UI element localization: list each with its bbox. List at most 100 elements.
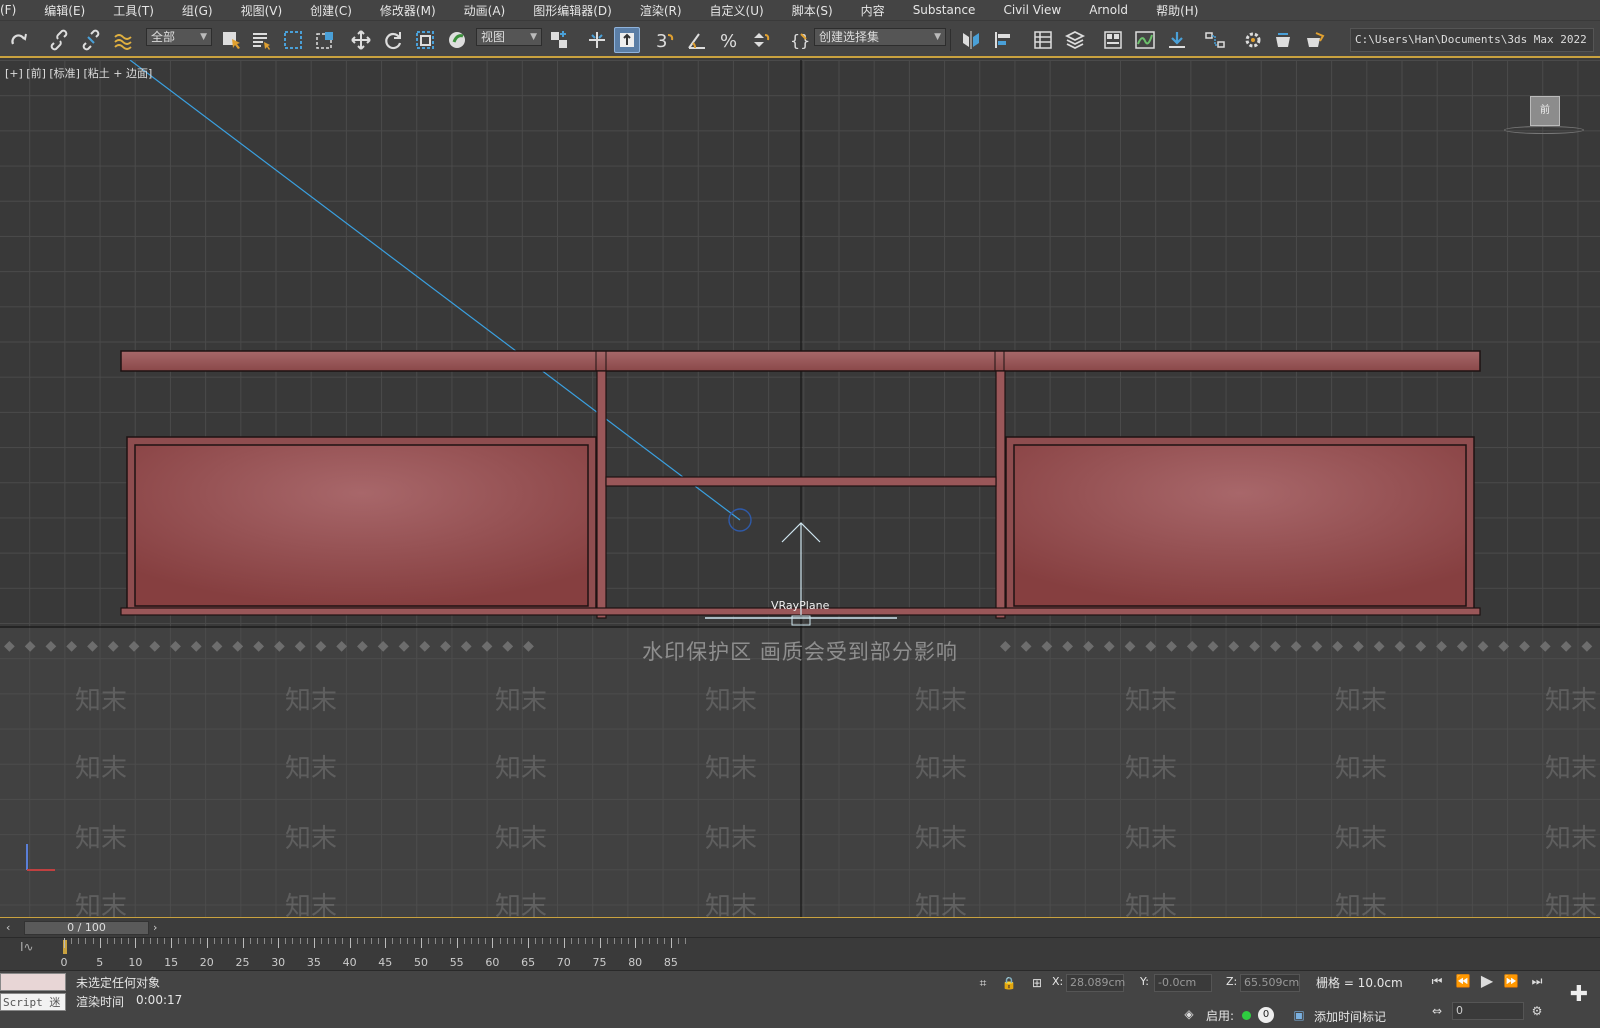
dope-sheet-icon[interactable]	[1164, 27, 1190, 53]
keyboard-shortcut-override-icon[interactable]	[614, 27, 640, 53]
viewcube[interactable]: 前	[1530, 96, 1560, 126]
rect-selection-icon[interactable]	[280, 27, 306, 53]
rotate-icon[interactable]	[380, 27, 406, 53]
viewcube-ring[interactable]	[1504, 126, 1584, 134]
menu-item[interactable]: 视图(V)	[227, 2, 297, 19]
menu-item[interactable]: 图形编辑器(D)	[519, 2, 626, 19]
time-slider[interactable]: 0 / 100	[24, 921, 149, 935]
menu-item[interactable]: 渲染(R)	[626, 2, 696, 19]
ruler-tick	[620, 938, 622, 944]
adaptive-degradation-icon[interactable]: ◈	[1180, 1005, 1198, 1023]
named-selection-icon[interactable]: {}	[786, 27, 812, 53]
select-object-icon[interactable]	[218, 27, 244, 53]
absolute-mode-icon[interactable]: ⊞	[1028, 974, 1046, 992]
select-by-name-icon[interactable]	[248, 27, 274, 53]
go-to-end-icon[interactable]: ⏭	[1528, 972, 1546, 990]
selection-lock-icon[interactable]: 🔒	[1000, 974, 1018, 992]
previous-frame-icon[interactable]: ⏪	[1454, 972, 1472, 990]
menu-item[interactable]: 帮助(H)	[1142, 2, 1212, 19]
menu-item[interactable]: (F)	[0, 3, 30, 17]
menu-item[interactable]: 工具(T)	[99, 2, 168, 19]
redo-icon[interactable]	[6, 27, 32, 53]
menu-item[interactable]: Substance	[899, 3, 990, 17]
ruler-tick	[64, 938, 65, 948]
schematic-view-icon[interactable]	[1202, 27, 1228, 53]
move-icon[interactable]	[348, 27, 374, 53]
ruler-tick	[363, 938, 365, 944]
viewport-label[interactable]: [+] [前] [标准] [粘土 + 边面]	[5, 65, 152, 81]
go-to-start-icon[interactable]: ⏮	[1428, 972, 1446, 990]
spinner-snap-icon[interactable]	[748, 27, 774, 53]
snap-toggle-icon[interactable]: 3	[652, 27, 678, 53]
maxscript-listener-pink[interactable]	[0, 973, 66, 991]
play-icon[interactable]: ▶	[1478, 971, 1496, 990]
render-setup-icon[interactable]	[1240, 27, 1266, 53]
ruler-tick	[428, 938, 430, 944]
render-production-icon[interactable]	[1302, 27, 1328, 53]
bind-space-warp-icon[interactable]	[110, 27, 136, 53]
link-icon[interactable]	[46, 27, 72, 53]
percent-snap-icon[interactable]: %	[716, 27, 742, 53]
maxscript-listener-white[interactable]: Script 迷	[0, 993, 66, 1011]
render-time-label: 渲染时间	[76, 995, 125, 1009]
ruler-tick	[542, 938, 544, 944]
menu-item[interactable]: Arnold	[1075, 3, 1142, 17]
isolate-selection-icon[interactable]: ⌗	[974, 974, 992, 992]
left-cabinet-panel	[134, 444, 589, 607]
y-coordinate-field[interactable]: -0.0cm	[1154, 974, 1212, 992]
place-icon[interactable]	[444, 27, 470, 53]
mirror-icon[interactable]	[958, 27, 984, 53]
prev-frame-icon[interactable]: ‹	[6, 921, 10, 934]
menu-item[interactable]: 脚本(S)	[778, 2, 847, 19]
layer-explorer-icon[interactable]	[1030, 27, 1056, 53]
select-manipulate-icon[interactable]	[584, 27, 610, 53]
menu-item[interactable]: 编辑(E)	[30, 2, 99, 19]
window-crossing-icon[interactable]	[312, 27, 338, 53]
toggle-layers-icon[interactable]	[1062, 27, 1088, 53]
pivot-center-icon[interactable]	[546, 27, 572, 53]
x-coordinate-field[interactable]: 28.089cm	[1066, 974, 1125, 992]
ruler-tick	[549, 938, 551, 944]
ribbon-toggle-icon[interactable]	[1100, 27, 1126, 53]
menu-item[interactable]: 创建(C)	[296, 2, 366, 19]
enable-count-badge[interactable]: 0	[1258, 1007, 1274, 1023]
watermark-tag: 知末	[285, 754, 338, 784]
ruler-tick	[670, 938, 672, 948]
time-config-icon[interactable]: ⚙	[1528, 1002, 1546, 1020]
menu-item[interactable]: 自定义(U)	[696, 2, 778, 19]
menu-item[interactable]: Civil View	[989, 3, 1075, 17]
time-tag-icon[interactable]: ▣	[1290, 1006, 1308, 1024]
angle-snap-icon[interactable]	[684, 27, 710, 53]
z-coordinate-field[interactable]: 65.509cm	[1240, 974, 1300, 992]
unlink-icon[interactable]	[78, 27, 104, 53]
mini-curve-icon[interactable]: Ι∿	[20, 940, 34, 954]
menu-item[interactable]: 修改器(M)	[366, 2, 450, 19]
project-path-field[interactable]: C:\Users\Han\Documents\3ds Max 2022	[1350, 28, 1594, 52]
front-viewport[interactable]: [+] [前] [标准] [粘土 + 边面] VRayPlane 前 水印保护区…	[0, 60, 1600, 917]
ruler-tick-label: 10	[128, 956, 143, 969]
add-time-tag[interactable]: 添加时间标记	[1314, 1008, 1386, 1025]
key-mode-icon[interactable]: ⇔	[1428, 1002, 1446, 1020]
menu-item[interactable]: 组(G)	[168, 2, 227, 19]
ruler-tick	[163, 938, 165, 944]
post-right	[995, 370, 1006, 619]
timeline-ruler[interactable]: Ι∿ 0 5 10 15 20 25 30 35 40 45 50 55 60 65 70 75 80 85	[0, 937, 1600, 971]
scale-icon[interactable]	[412, 27, 438, 53]
named-selection-dropdown[interactable]: 创建选择集 ▼	[814, 28, 946, 46]
menu-item[interactable]: 动画(A)	[450, 2, 520, 19]
next-frame-icon[interactable]: ⏩	[1502, 972, 1520, 990]
align-icon[interactable]	[990, 27, 1016, 53]
ruler-tick	[642, 938, 644, 944]
curve-editor-icon[interactable]	[1132, 27, 1158, 53]
current-frame-field[interactable]: 0	[1452, 1002, 1524, 1020]
reference-coord-dropdown[interactable]: 视图 ▼	[476, 28, 542, 46]
ruler-tick	[185, 938, 187, 944]
menu-item[interactable]: 内容	[847, 2, 899, 19]
selection-filter-dropdown[interactable]: 全部 ▼	[146, 28, 212, 46]
ruler-tick	[199, 938, 201, 944]
viewport-navigation-icon[interactable]: ✚	[1570, 982, 1588, 1007]
ruler-tick	[628, 938, 630, 944]
next-frame-icon[interactable]: ›	[153, 921, 157, 934]
rendered-frame-window-icon[interactable]	[1270, 27, 1296, 53]
ruler-tick	[378, 938, 380, 944]
